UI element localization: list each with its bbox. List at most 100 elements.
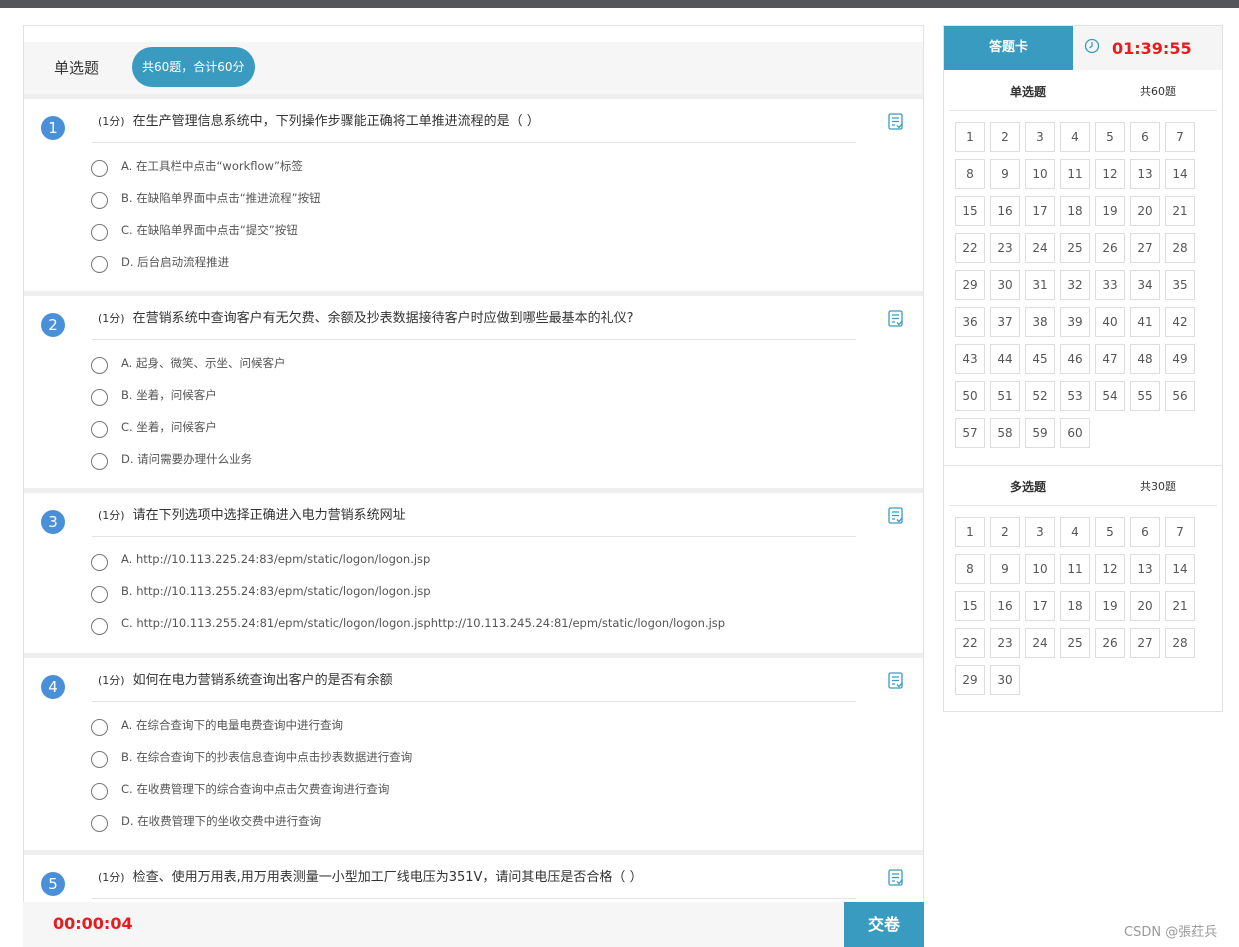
question-nav-cell[interactable]: 28 [1165, 233, 1195, 263]
note-icon[interactable] [888, 507, 904, 525]
question-nav-cell[interactable]: 1 [955, 517, 985, 547]
question-nav-cell[interactable]: 4 [1060, 517, 1090, 547]
question-nav-cell[interactable]: 56 [1165, 381, 1195, 411]
radio-button[interactable] [91, 453, 108, 470]
question-nav-cell[interactable]: 58 [990, 418, 1020, 448]
question-nav-cell[interactable]: 16 [990, 196, 1020, 226]
question-nav-cell[interactable]: 41 [1130, 307, 1160, 337]
question-nav-cell[interactable]: 40 [1095, 307, 1125, 337]
question-nav-cell[interactable]: 43 [955, 344, 985, 374]
question-nav-cell[interactable]: 14 [1165, 554, 1195, 584]
question-nav-cell[interactable]: 29 [955, 270, 985, 300]
question-nav-cell[interactable]: 44 [990, 344, 1020, 374]
question-nav-cell[interactable]: 5 [1095, 122, 1125, 152]
note-icon[interactable] [888, 672, 904, 690]
question-nav-cell[interactable]: 21 [1165, 196, 1195, 226]
question-nav-cell[interactable]: 28 [1165, 628, 1195, 658]
question-nav-cell[interactable]: 48 [1130, 344, 1160, 374]
question-nav-cell[interactable]: 29 [955, 665, 985, 695]
radio-button[interactable] [91, 618, 108, 635]
note-icon[interactable] [888, 310, 904, 328]
question-nav-cell[interactable]: 9 [990, 554, 1020, 584]
question-nav-cell[interactable]: 8 [955, 159, 985, 189]
question-nav-cell[interactable]: 3 [1025, 122, 1055, 152]
question-nav-cell[interactable]: 38 [1025, 307, 1055, 337]
question-nav-cell[interactable]: 54 [1095, 381, 1125, 411]
question-nav-cell[interactable]: 35 [1165, 270, 1195, 300]
question-nav-cell[interactable]: 24 [1025, 233, 1055, 263]
question-nav-cell[interactable]: 26 [1095, 628, 1125, 658]
question-nav-cell[interactable]: 11 [1060, 554, 1090, 584]
question-nav-cell[interactable]: 1 [955, 122, 985, 152]
radio-button[interactable] [91, 751, 108, 768]
question-nav-cell[interactable]: 8 [955, 554, 985, 584]
question-nav-cell[interactable]: 22 [955, 628, 985, 658]
radio-button[interactable] [91, 783, 108, 800]
question-nav-cell[interactable]: 36 [955, 307, 985, 337]
question-nav-cell[interactable]: 6 [1130, 517, 1160, 547]
question-nav-cell[interactable]: 23 [990, 628, 1020, 658]
question-nav-cell[interactable]: 13 [1130, 159, 1160, 189]
question-nav-cell[interactable]: 57 [955, 418, 985, 448]
question-nav-cell[interactable]: 15 [955, 196, 985, 226]
tab-answer-card[interactable]: 答题卡 [944, 26, 1073, 70]
question-nav-cell[interactable]: 24 [1025, 628, 1055, 658]
radio-button[interactable] [91, 554, 108, 571]
note-icon[interactable] [888, 869, 904, 887]
question-nav-cell[interactable]: 22 [955, 233, 985, 263]
radio-button[interactable] [91, 224, 108, 241]
question-nav-cell[interactable]: 6 [1130, 122, 1160, 152]
question-nav-cell[interactable]: 12 [1095, 159, 1125, 189]
question-nav-cell[interactable]: 55 [1130, 381, 1160, 411]
question-nav-cell[interactable]: 31 [1025, 270, 1055, 300]
question-nav-cell[interactable]: 3 [1025, 517, 1055, 547]
question-nav-cell[interactable]: 19 [1095, 591, 1125, 621]
question-nav-cell[interactable]: 5 [1095, 517, 1125, 547]
question-nav-cell[interactable]: 14 [1165, 159, 1195, 189]
question-nav-cell[interactable]: 12 [1095, 554, 1125, 584]
question-nav-cell[interactable]: 33 [1095, 270, 1125, 300]
question-nav-cell[interactable]: 7 [1165, 517, 1195, 547]
question-nav-cell[interactable]: 25 [1060, 233, 1090, 263]
question-nav-cell[interactable]: 16 [990, 591, 1020, 621]
radio-button[interactable] [91, 389, 108, 406]
question-nav-cell[interactable]: 30 [990, 665, 1020, 695]
question-nav-cell[interactable]: 45 [1025, 344, 1055, 374]
question-nav-cell[interactable]: 27 [1130, 233, 1160, 263]
question-nav-cell[interactable]: 7 [1165, 122, 1195, 152]
question-nav-cell[interactable]: 37 [990, 307, 1020, 337]
question-nav-cell[interactable]: 2 [990, 517, 1020, 547]
question-nav-cell[interactable]: 2 [990, 122, 1020, 152]
question-nav-cell[interactable]: 30 [990, 270, 1020, 300]
question-nav-cell[interactable]: 59 [1025, 418, 1055, 448]
radio-button[interactable] [91, 357, 108, 374]
question-nav-cell[interactable]: 53 [1060, 381, 1090, 411]
question-nav-cell[interactable]: 4 [1060, 122, 1090, 152]
question-nav-cell[interactable]: 15 [955, 591, 985, 621]
radio-button[interactable] [91, 421, 108, 438]
question-nav-cell[interactable]: 20 [1130, 196, 1160, 226]
question-nav-cell[interactable]: 52 [1025, 381, 1055, 411]
question-nav-cell[interactable]: 60 [1060, 418, 1090, 448]
question-nav-cell[interactable]: 47 [1095, 344, 1125, 374]
question-nav-cell[interactable]: 17 [1025, 591, 1055, 621]
radio-button[interactable] [91, 815, 108, 832]
radio-button[interactable] [91, 192, 108, 209]
question-nav-cell[interactable]: 19 [1095, 196, 1125, 226]
question-nav-cell[interactable]: 26 [1095, 233, 1125, 263]
question-nav-cell[interactable]: 46 [1060, 344, 1090, 374]
question-nav-cell[interactable]: 34 [1130, 270, 1160, 300]
question-nav-cell[interactable]: 23 [990, 233, 1020, 263]
question-nav-cell[interactable]: 25 [1060, 628, 1090, 658]
radio-button[interactable] [91, 586, 108, 603]
question-nav-cell[interactable]: 32 [1060, 270, 1090, 300]
question-nav-cell[interactable]: 17 [1025, 196, 1055, 226]
question-nav-cell[interactable]: 10 [1025, 159, 1055, 189]
question-nav-cell[interactable]: 27 [1130, 628, 1160, 658]
question-nav-cell[interactable]: 50 [955, 381, 985, 411]
question-nav-cell[interactable]: 49 [1165, 344, 1195, 374]
question-nav-cell[interactable]: 42 [1165, 307, 1195, 337]
question-nav-cell[interactable]: 39 [1060, 307, 1090, 337]
question-nav-cell[interactable]: 11 [1060, 159, 1090, 189]
radio-button[interactable] [91, 719, 108, 736]
